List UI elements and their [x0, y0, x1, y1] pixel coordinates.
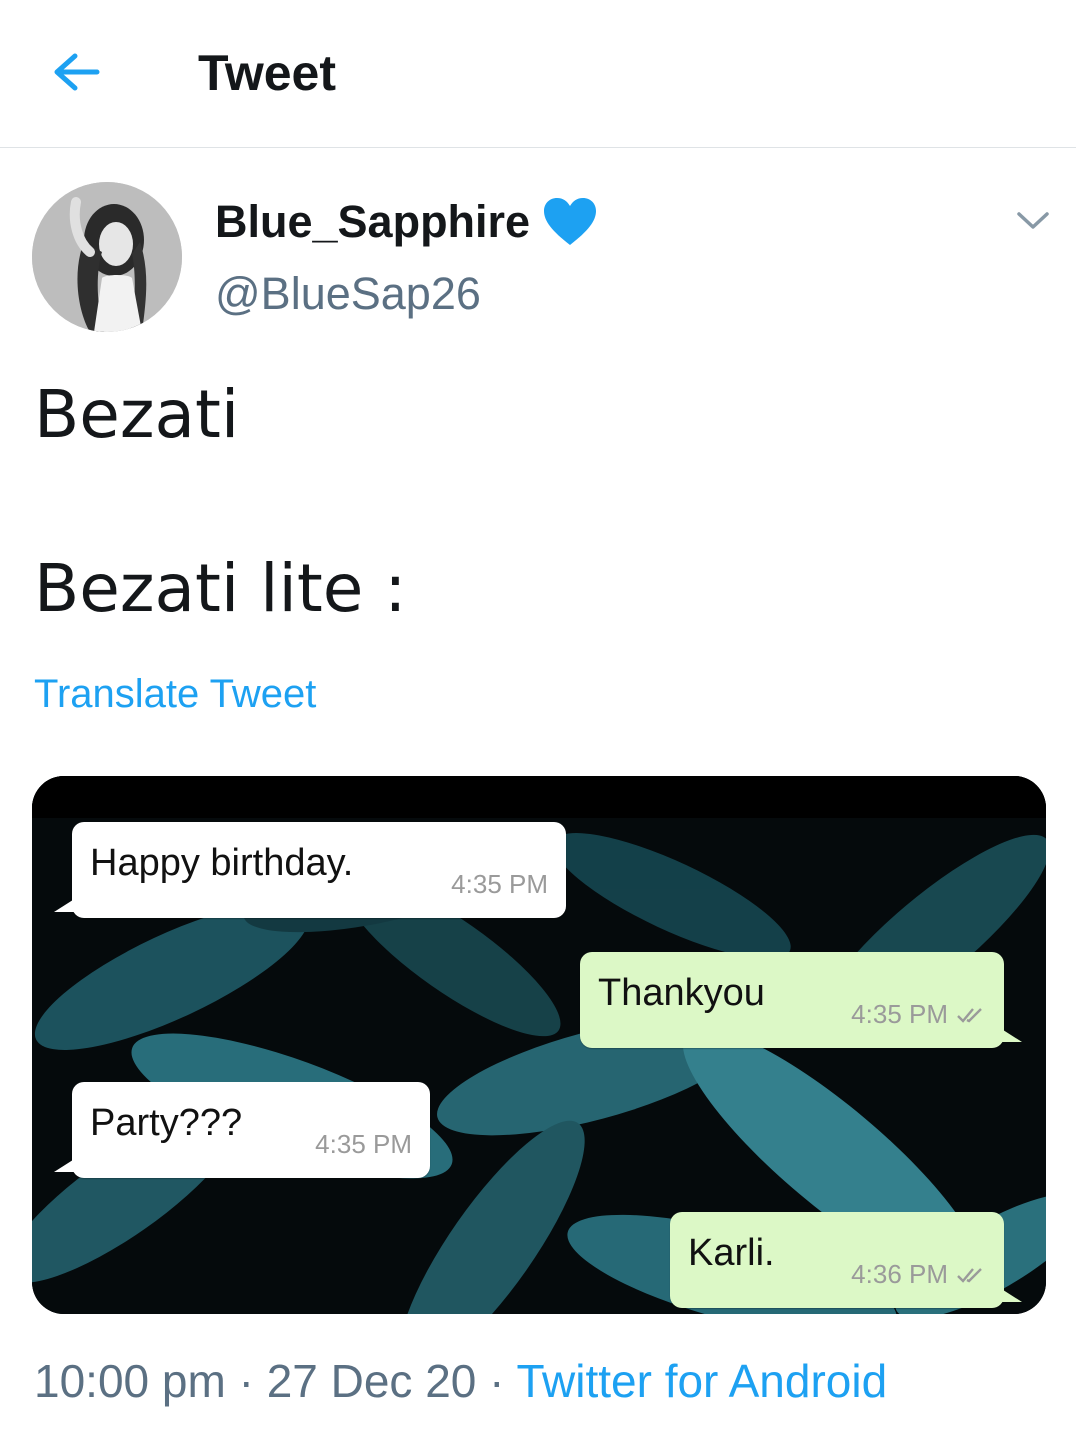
blue-heart-icon	[542, 197, 598, 247]
display-name-text: Blue_Sapphire	[215, 196, 531, 247]
tweet-time[interactable]: 10:00 pm	[34, 1355, 226, 1407]
chat-message: Karli. 4:36 PM	[670, 1212, 1022, 1308]
chat-message-time: 4:36 PM	[851, 1259, 986, 1290]
author-handle[interactable]: @BlueSap26	[215, 268, 481, 320]
page-title: Tweet	[198, 45, 336, 101]
tweet-media-image[interactable]: Happy birthday. 4:35 PM Thankyou 4:35 PM…	[32, 776, 1046, 1314]
double-check-icon	[956, 1006, 986, 1024]
double-check-icon	[956, 1266, 986, 1284]
chevron-down-icon	[1016, 210, 1050, 237]
chat-message-text: Thankyou	[598, 972, 765, 1014]
arrow-left-icon	[51, 50, 101, 99]
chat-message: Happy birthday. 4:35 PM	[54, 822, 566, 918]
chat-message-text: Happy birthday.	[90, 842, 354, 884]
back-button[interactable]	[48, 46, 104, 102]
chat-message: Thankyou 4:35 PM	[580, 952, 1022, 1048]
tweet-text-line-2: Bezati lite :	[34, 550, 407, 627]
translate-tweet-link[interactable]: Translate Tweet	[34, 672, 316, 717]
top-bar: Tweet	[0, 0, 1076, 148]
chat-message-text: Party???	[90, 1102, 243, 1144]
meta-separator: ·	[489, 1355, 505, 1407]
tweet-source-link[interactable]: Twitter for Android	[516, 1355, 887, 1407]
chat-message-time: 4:35 PM	[315, 1129, 412, 1159]
chat-message-time: 4:35 PM	[451, 869, 548, 899]
tweet-date[interactable]: 27 Dec 20	[267, 1355, 477, 1407]
tweet-text-line-1: Bezati	[34, 376, 240, 453]
author-display-name[interactable]: Blue_Sapphire	[215, 196, 598, 248]
more-options-button[interactable]	[1008, 198, 1058, 248]
tweet-meta: 10:00 pm · 27 Dec 20 · Twitter for Andro…	[34, 1354, 887, 1408]
chat-message: Party??? 4:35 PM	[54, 1082, 430, 1178]
chat-message-text: Karli.	[688, 1232, 775, 1274]
avatar[interactable]	[32, 182, 182, 332]
meta-separator: ·	[238, 1355, 254, 1407]
chat-message-time: 4:35 PM	[851, 999, 986, 1030]
